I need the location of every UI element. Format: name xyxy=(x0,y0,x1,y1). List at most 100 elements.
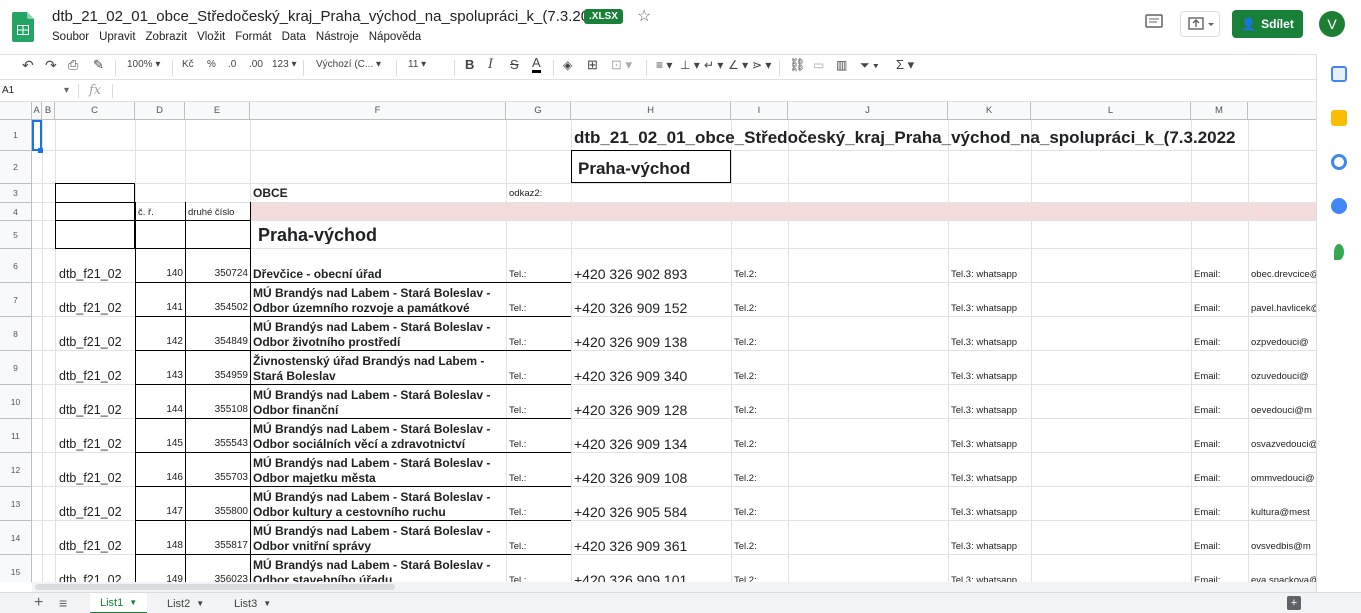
tel-label-cell[interactable]: Tel.: xyxy=(509,304,526,314)
code-cell[interactable]: dtb_f21_02 xyxy=(59,336,122,349)
organization-name-cell[interactable]: Živnostenský úřad Brandýs nad Labem - St… xyxy=(253,354,505,384)
code-cell[interactable]: dtb_f21_02 xyxy=(59,404,122,417)
spreadsheet-grid[interactable]: A B C D E F G H I J K L M 1 2 3 4 5 6 dt… xyxy=(0,102,1316,582)
sheet-tab[interactable]: List1 ▼ xyxy=(90,593,148,613)
tel-label-cell[interactable]: Tel.: xyxy=(509,474,526,484)
column-header[interactable]: J xyxy=(788,102,948,120)
sheet-tab[interactable]: List3 ▼ xyxy=(224,593,281,613)
star-icon[interactable]: ☆ xyxy=(637,6,651,26)
row-header[interactable]: 4 xyxy=(0,203,32,221)
code-cell[interactable]: dtb_f21_02 xyxy=(59,438,122,451)
second-number-cell[interactable]: 355543 xyxy=(185,439,248,449)
horizontal-align-icon[interactable]: ≡ ▾ xyxy=(656,58,672,72)
functions-icon[interactable]: Σ ▾ xyxy=(896,57,914,73)
column-header[interactable]: L xyxy=(1031,102,1191,120)
second-number-cell[interactable]: 350724 xyxy=(185,269,248,279)
menu-tools[interactable]: Nástroje xyxy=(316,31,359,43)
tel2-label-cell[interactable]: Tel.2: xyxy=(734,474,757,484)
name-box[interactable]: A1 ▾ xyxy=(2,85,72,96)
organization-name-cell[interactable]: MÚ Brandýs nad Labem - Stará Boleslav - … xyxy=(253,490,505,520)
add-sheet-icon[interactable]: + xyxy=(34,594,43,612)
second-number-cell[interactable]: 355800 xyxy=(185,507,248,517)
italic-icon[interactable]: I xyxy=(488,57,493,72)
tel2-label-cell[interactable]: Tel.2: xyxy=(734,542,757,552)
font-family-select[interactable]: Výchozí (C... ▾ xyxy=(316,59,381,70)
tel2-label-cell[interactable]: Tel.2: xyxy=(734,338,757,348)
code-cell[interactable]: dtb_f21_02 xyxy=(59,574,122,582)
email-cell[interactable]: obec.drevcice@ xyxy=(1251,270,1316,280)
column-header[interactable]: B xyxy=(42,102,55,120)
organization-name-cell[interactable]: MÚ Brandýs nad Labem - Stará Boleslav - … xyxy=(253,388,505,418)
email-label-cell[interactable]: Email: xyxy=(1194,440,1220,450)
column-header[interactable] xyxy=(1248,102,1316,120)
organization-name-cell[interactable]: MÚ Brandýs nad Labem - Stará Boleslav - … xyxy=(253,320,505,350)
column-header[interactable]: K xyxy=(948,102,1031,120)
second-number-cell[interactable]: 356023 xyxy=(185,575,248,582)
code-cell[interactable]: dtb_f21_02 xyxy=(59,370,122,383)
tel2-label-cell[interactable]: Tel.2: xyxy=(734,372,757,382)
phone-cell[interactable]: +420 326 909 152 xyxy=(574,301,687,315)
merge-cells-icon[interactable]: ⊡ ▾ xyxy=(611,57,632,73)
phone-cell[interactable]: +420 326 909 128 xyxy=(574,403,687,417)
organization-name-cell[interactable]: Dřevčice - obecní úřad xyxy=(253,252,505,282)
text-rotation-icon[interactable]: ∠ ▾ xyxy=(728,58,748,72)
row-header[interactable]: 6 xyxy=(0,249,32,283)
tel-label-cell[interactable]: Tel.: xyxy=(509,508,526,518)
menu-edit[interactable]: Upravit xyxy=(99,31,135,43)
scrollbar-thumb[interactable] xyxy=(35,584,395,590)
email-cell[interactable]: oevedouci@m xyxy=(1251,406,1316,416)
comment-history-icon[interactable] xyxy=(1144,13,1166,33)
tel3-label-cell[interactable]: Tel.3: whatsapp xyxy=(951,304,1017,314)
row-number-cell[interactable]: 144 xyxy=(135,405,183,415)
tel2-label-cell[interactable]: Tel.2: xyxy=(734,406,757,416)
row-number-cell[interactable]: 141 xyxy=(135,303,183,313)
explore-icon[interactable]: + xyxy=(1287,596,1301,610)
tel3-label-cell[interactable]: Tel.3: whatsapp xyxy=(951,542,1017,552)
tel3-label-cell[interactable]: Tel.3: whatsapp xyxy=(951,338,1017,348)
column-header[interactable]: A xyxy=(32,102,42,120)
second-number-header-cell[interactable]: druhé číslo xyxy=(188,208,234,218)
row-header[interactable]: 9 xyxy=(0,351,32,385)
calendar-icon[interactable] xyxy=(1331,66,1347,82)
tel2-label-cell[interactable]: Tel.2: xyxy=(734,270,757,280)
column-header[interactable]: H xyxy=(571,102,731,120)
tel3-label-cell[interactable]: Tel.3: whatsapp xyxy=(951,508,1017,518)
organization-name-cell[interactable]: MÚ Brandýs nad Labem - Stará Boleslav - … xyxy=(253,286,505,316)
chevron-down-icon[interactable]: ▼ xyxy=(263,599,271,608)
row-header[interactable]: 2 xyxy=(0,151,32,184)
email-cell[interactable]: ovsvedbis@m xyxy=(1251,542,1316,552)
menu-help[interactable]: Nápověda xyxy=(369,31,421,43)
email-cell[interactable]: ozpvedouci@ xyxy=(1251,338,1316,348)
document-title[interactable]: dtb_21_02_01_obce_Středočeský_kraj_Praha… xyxy=(52,8,611,25)
row-header[interactable]: 11 xyxy=(0,419,32,453)
account-avatar[interactable]: V xyxy=(1319,11,1345,37)
email-label-cell[interactable]: Email: xyxy=(1194,304,1220,314)
row-number-cell[interactable]: 145 xyxy=(135,439,183,449)
share-button[interactable]: 👤 Sdílet xyxy=(1232,10,1303,38)
row-number-cell[interactable]: 148 xyxy=(135,541,183,551)
second-number-cell[interactable]: 354502 xyxy=(185,303,248,313)
tel-label-cell[interactable]: Tel.: xyxy=(509,406,526,416)
zoom-select[interactable]: 100% ▾ xyxy=(127,59,160,70)
insert-link-icon[interactable]: ⛓ xyxy=(789,57,806,73)
chevron-down-icon[interactable]: ▼ xyxy=(129,598,137,607)
sheet-title-cell[interactable]: dtb_21_02_01_obce_Středočeský_kraj_Praha… xyxy=(574,129,1236,146)
row-header[interactable]: 10 xyxy=(0,385,32,419)
tel-label-cell[interactable]: Tel.: xyxy=(509,440,526,450)
row-header[interactable]: 13 xyxy=(0,487,32,521)
email-label-cell[interactable]: Email: xyxy=(1194,542,1220,552)
row-header[interactable]: 3 xyxy=(0,184,32,203)
obce-header-cell[interactable]: OBCE xyxy=(253,187,288,199)
second-number-cell[interactable]: 355817 xyxy=(185,541,248,551)
email-label-cell[interactable]: Email: xyxy=(1194,270,1220,280)
row-header[interactable]: 15 xyxy=(0,555,32,582)
row-header[interactable]: 14 xyxy=(0,521,32,555)
insert-comment-icon[interactable]: ▭ xyxy=(813,58,824,72)
row-number-cell[interactable]: 149 xyxy=(135,575,183,582)
row-header[interactable]: 1 xyxy=(0,120,32,151)
phone-cell[interactable]: +420 326 909 101 xyxy=(574,573,687,582)
email-cell[interactable]: ozuvedouci@ xyxy=(1251,372,1316,382)
sheets-logo-icon[interactable] xyxy=(12,12,34,42)
email-cell[interactable]: pavel.havlicek@ xyxy=(1251,304,1316,314)
row-number-cell[interactable]: 146 xyxy=(135,473,183,483)
